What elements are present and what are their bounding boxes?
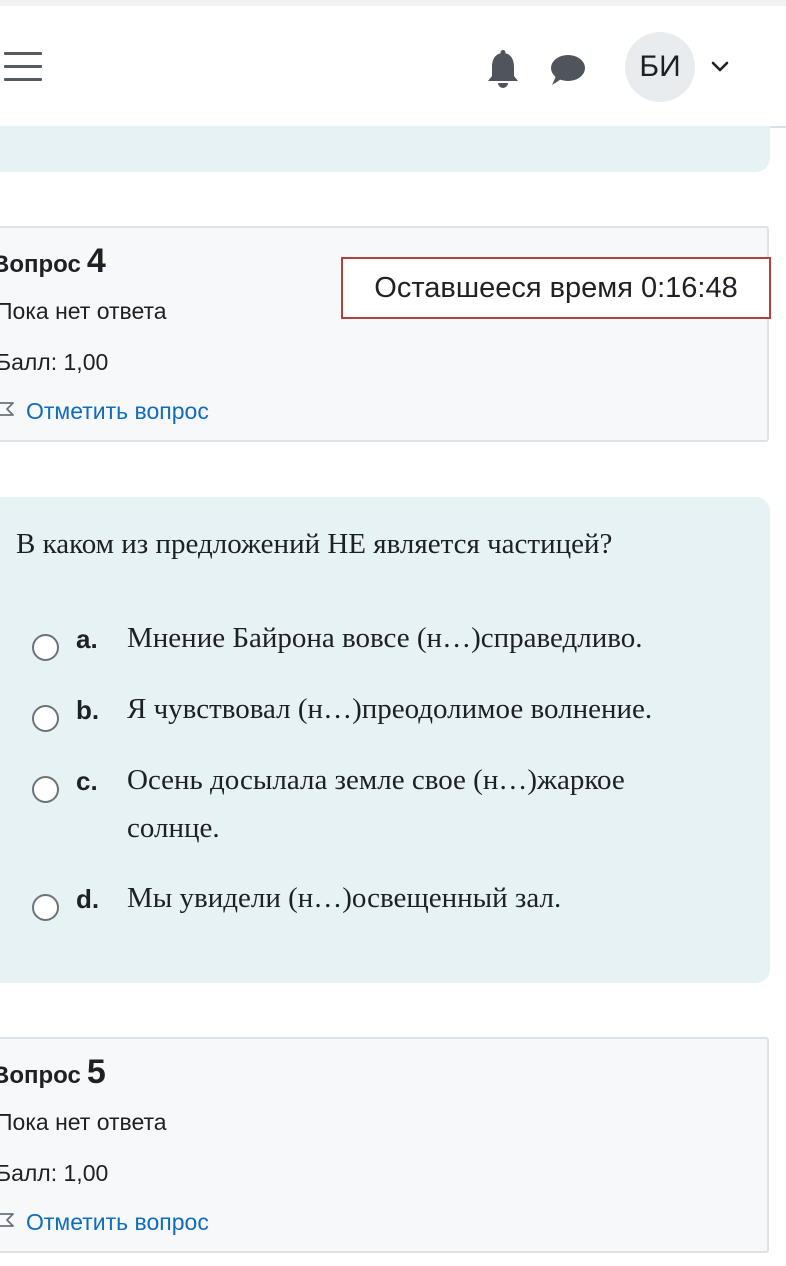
flag-icon [0,1212,14,1227]
question-state: Пока нет ответа [0,298,167,324]
question-grade: Балл: 1,00 [0,349,109,375]
question-number: 5 [86,1053,106,1091]
quiz-page: БИ Вопрос 4 Пока нет ответа Балл: 1,00 От… [0,0,786,1266]
radio-button[interactable] [32,705,59,732]
answer-text[interactable]: Я чувствовал (н…)преодолимое волнение. [127,685,727,733]
quiz-timer: Оставшееся время 0:16:48 [341,257,771,319]
answer-letter: c. [76,766,98,796]
answer-text[interactable]: Осень досылала земле свое (н…)жаркое сол… [127,756,687,852]
answer-option-c[interactable]: c. Осень досылала земле свое (н…)жаркое … [30,764,770,862]
question-grade: Балл: 1,00 [0,1160,109,1186]
flag-question-label: Отметить вопрос [26,398,209,424]
answer-option-b[interactable]: b. Я чувствовал (н…)преодолимое волнение… [30,693,770,741]
previous-question-formulation [0,126,770,172]
flag-question-label: Отметить вопрос [26,1209,209,1235]
flag-icon [0,401,14,416]
answer-text[interactable]: Мнение Байрона вовсе (н…)справедливо. [127,614,727,662]
answer-option-a[interactable]: a. Мнение Байрона вовсе (н…)справедливо. [30,622,770,670]
radio-button[interactable] [32,894,59,921]
chat-bubble-icon[interactable] [548,53,586,87]
navbar: БИ [0,6,786,128]
question-state: Пока нет ответа [0,1109,167,1135]
question-title: Вопрос 4 [0,242,106,280]
radio-button[interactable] [32,776,59,803]
hamburger-icon[interactable] [4,52,42,82]
avatar-initials: БИ [639,50,681,83]
timer-text: Оставшееся время 0:16:48 [374,271,738,304]
answer-letter: d. [76,884,100,914]
question-number: 4 [86,242,106,280]
radio-button[interactable] [32,634,59,661]
answer-option-d[interactable]: d. Мы увидели (н…)освещенный зал. [30,882,770,930]
bell-icon[interactable] [486,50,520,90]
question-info-5: Вопрос 5 Пока нет ответа Балл: 1,00 Отмет… [0,1037,769,1253]
chevron-down-icon[interactable] [709,58,731,74]
user-avatar[interactable]: БИ [625,32,695,102]
answer-letter: b. [76,695,100,725]
answer-letter: a. [76,624,98,654]
question-text: В каком из предложений НЕ является части… [16,528,613,560]
flag-question-link[interactable]: Отметить вопрос [0,1209,209,1236]
flag-question-link[interactable]: Отметить вопрос [0,398,209,425]
answer-text[interactable]: Мы увидели (н…)освещенный зал. [127,874,727,922]
question-title: Вопрос 5 [0,1053,106,1091]
